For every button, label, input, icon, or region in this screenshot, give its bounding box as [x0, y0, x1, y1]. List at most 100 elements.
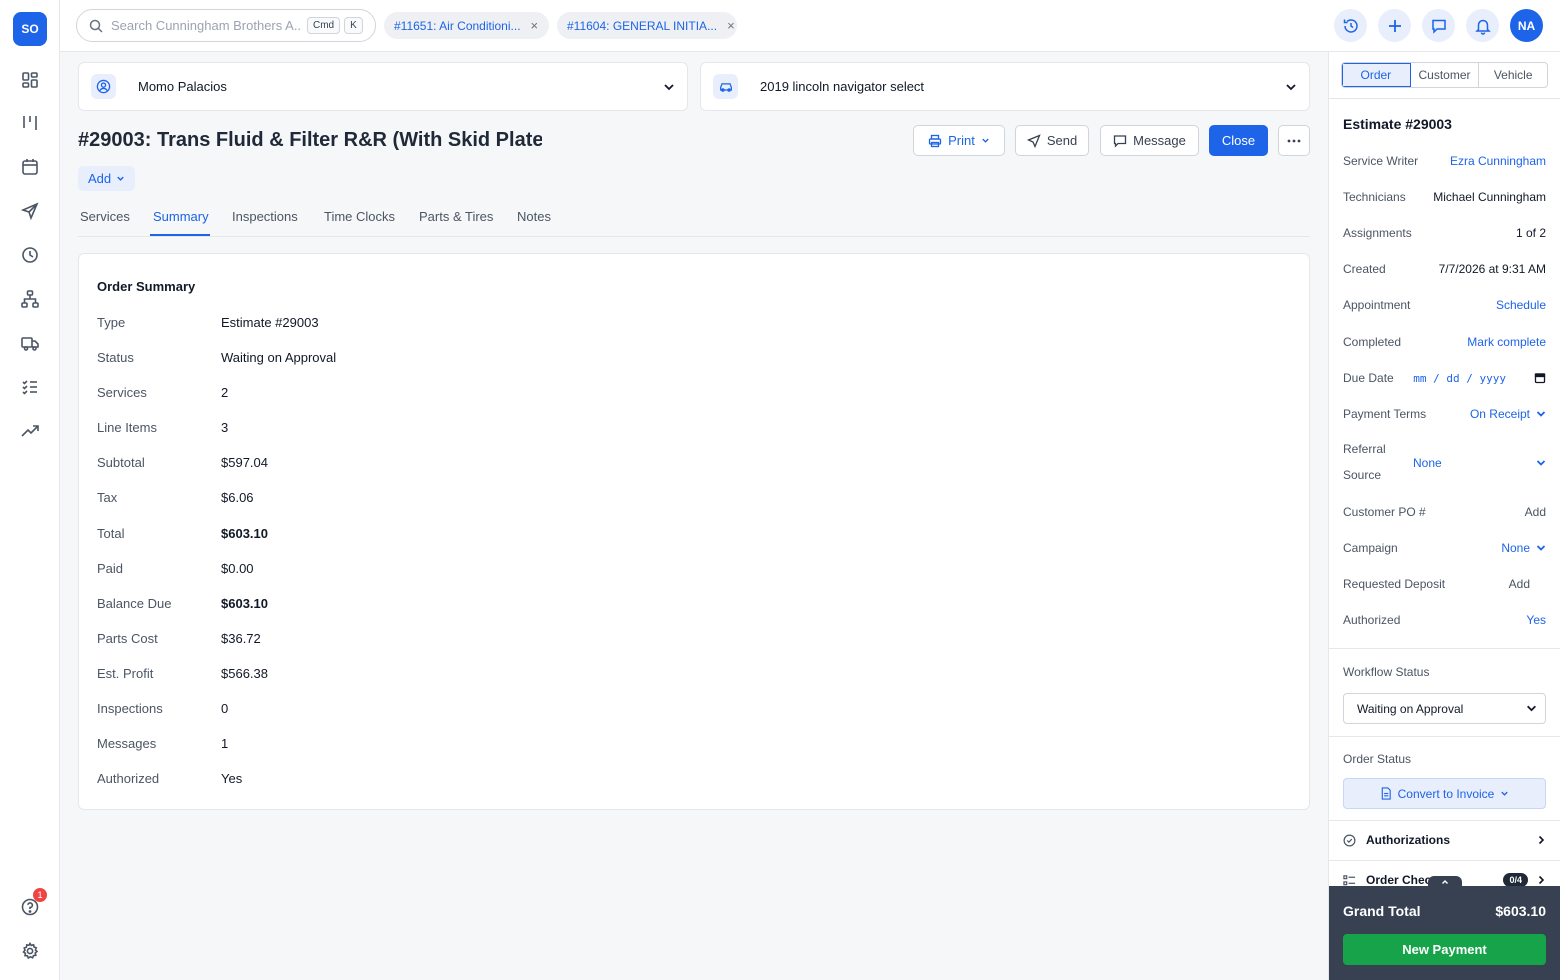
due-date-placeholder: mm / dd / yyyy: [1413, 371, 1506, 385]
payment-terms-select[interactable]: On Receipt: [1470, 407, 1546, 421]
authorized-value[interactable]: Yes: [1526, 613, 1546, 627]
message-button[interactable]: Message: [1100, 125, 1199, 156]
clock-icon[interactable]: [18, 243, 42, 267]
summary-value: 2: [221, 384, 229, 400]
close-button[interactable]: Close: [1209, 125, 1268, 156]
field-label: Authorized: [1343, 613, 1401, 627]
campaign-row: Campaign None: [1343, 539, 1546, 557]
vehicle-selector[interactable]: 2019 lincoln navigator select: [700, 62, 1310, 111]
customer-selector[interactable]: Momo Palacios: [78, 62, 688, 111]
due-date-row: Due Date mm / dd / yyyy: [1343, 369, 1546, 387]
app-logo[interactable]: SO: [13, 12, 47, 46]
workflow-board-icon[interactable]: [18, 111, 42, 135]
summary-value: $0.00: [221, 560, 254, 576]
mark-complete-link[interactable]: Mark complete: [1467, 335, 1546, 349]
summary-value: Waiting on Approval: [221, 349, 337, 365]
summary-key: Tax: [97, 489, 118, 505]
checklist-icon[interactable]: [18, 375, 42, 399]
calendar-icon[interactable]: [18, 155, 42, 179]
chevron-down-icon: [1536, 543, 1546, 553]
add-button[interactable]: Add: [78, 166, 136, 191]
history-icon[interactable]: [1334, 9, 1367, 42]
campaign-select[interactable]: None: [1501, 541, 1546, 555]
summary-row-authorized: Authorized Yes: [97, 768, 242, 788]
tab-notes[interactable]: Notes: [517, 209, 551, 224]
summary-row-total: Total $603.10: [97, 523, 268, 543]
summary-key: Est. Profit: [97, 665, 154, 681]
tab-services[interactable]: Services: [80, 209, 130, 224]
segment-customer[interactable]: Customer: [1411, 63, 1480, 87]
customer-name: Momo Palacios: [138, 79, 227, 94]
summary-row-messages: Messages 1: [97, 733, 228, 753]
summary-row-tax: Tax $6.06: [97, 487, 254, 507]
chevron-down-icon: [116, 174, 125, 183]
help-icon[interactable]: 1: [18, 888, 47, 919]
technicians-row: Technicians Michael Cunningham: [1343, 188, 1546, 206]
field-label: Service Writer: [1343, 154, 1419, 168]
summary-value: $566.38: [221, 665, 268, 681]
dashboard-icon[interactable]: [18, 68, 42, 92]
summary-value: $36.72: [221, 630, 261, 646]
message-icon: [1113, 134, 1127, 148]
close-icon[interactable]: ×: [727, 18, 735, 33]
summary-value: 0: [221, 700, 229, 716]
left-rail: SO 1: [0, 0, 60, 980]
due-date-input[interactable]: mm / dd / yyyy: [1413, 372, 1546, 385]
new-payment-button[interactable]: New Payment: [1343, 934, 1546, 965]
summary-key: Authorized: [97, 770, 160, 786]
settings-gear-icon[interactable]: [18, 939, 42, 963]
payment-terms-value: On Receipt: [1469, 407, 1530, 421]
summary-key: Inspections: [97, 700, 163, 716]
summary-row-subtotal: Subtotal $597.04: [97, 452, 268, 472]
order-summary-title: Order Summary: [97, 279, 196, 294]
summary-row-type: Type Estimate #29003: [97, 312, 319, 332]
grand-total-label: Grand Total: [1343, 903, 1421, 919]
requested-deposit-add[interactable]: Add: [1509, 577, 1530, 591]
send-button[interactable]: Send: [1015, 125, 1089, 156]
notification-badge: 1: [33, 888, 47, 902]
tab-parts-tires[interactable]: Parts & Tires: [419, 209, 493, 224]
totals-footer: Grand Total $603.10 New Payment: [1329, 886, 1560, 980]
kbd-cmd: Cmd: [307, 17, 341, 34]
summary-key: Subtotal: [97, 454, 145, 470]
global-search-input[interactable]: Search Cunningham Brothers A... Cmd K: [76, 9, 376, 42]
summary-key: Messages: [97, 735, 157, 751]
service-writer-link[interactable]: Ezra Cunningham: [1450, 154, 1546, 168]
convert-to-invoice-button[interactable]: Convert to Invoice: [1343, 778, 1546, 809]
user-avatar[interactable]: NA: [1510, 9, 1543, 42]
summary-value: Estimate #29003: [221, 314, 319, 330]
send-icon[interactable]: [18, 199, 42, 223]
open-tab-11651[interactable]: #11651: Air Conditioni... ×: [384, 12, 549, 39]
tab-summary[interactable]: Summary: [153, 209, 209, 224]
tab-time-clocks[interactable]: Time Clocks: [324, 209, 395, 224]
assignments-row: Assignments 1 of 2: [1343, 224, 1546, 242]
authorizations-section[interactable]: Authorizations: [1343, 830, 1546, 850]
bell-icon[interactable]: [1466, 9, 1499, 42]
field-label: Appointment: [1343, 298, 1411, 312]
workflow-status-select[interactable]: Waiting on Approval: [1343, 693, 1546, 724]
org-chart-icon[interactable]: [18, 287, 42, 311]
segment-vehicle[interactable]: Vehicle: [1479, 63, 1547, 87]
summary-value: $603.10: [221, 595, 268, 611]
technicians-value: Michael Cunningham: [1433, 190, 1546, 204]
summary-key: Parts Cost: [97, 630, 158, 646]
summary-value: Yes: [221, 770, 243, 786]
segment-order[interactable]: Order: [1342, 63, 1411, 87]
vehicle-name: 2019 lincoln navigator select: [760, 79, 925, 94]
schedule-link[interactable]: Schedule: [1496, 298, 1546, 312]
customer-po-add[interactable]: Add: [1525, 505, 1546, 519]
chat-icon[interactable]: [1422, 9, 1455, 42]
truck-icon[interactable]: [18, 331, 42, 355]
trending-up-icon[interactable]: [18, 419, 42, 443]
open-tab-11604[interactable]: #11604: GENERAL INITIA... ×: [557, 12, 737, 39]
authorized-row: Authorized Yes: [1343, 611, 1546, 629]
summary-value: $6.06: [221, 489, 254, 505]
print-button[interactable]: Print: [913, 125, 1005, 156]
plus-icon[interactable]: [1378, 9, 1411, 42]
close-icon[interactable]: ×: [531, 18, 539, 33]
divider: [1329, 98, 1560, 99]
order-tabs: Services Summary Inspections Time Clocks…: [78, 200, 1310, 237]
tab-inspections[interactable]: Inspections: [232, 209, 298, 224]
more-options-button[interactable]: [1278, 125, 1310, 156]
referral-source-select[interactable]: None: [1413, 454, 1546, 472]
